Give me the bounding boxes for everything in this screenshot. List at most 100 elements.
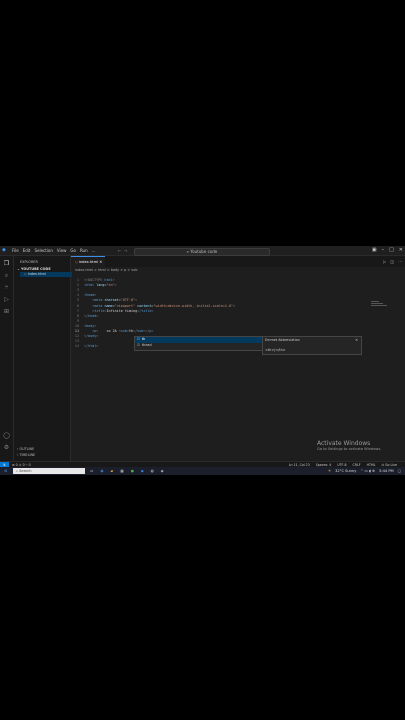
folder-label: YOUTUBE CODE: [21, 267, 51, 271]
notification-icon[interactable]: ▢: [398, 467, 401, 475]
code-token: <: [84, 308, 95, 313]
code-token: meta: [94, 298, 105, 303]
command-center-label: Youtube code: [190, 248, 218, 254]
code-token: charset: [104, 298, 119, 303]
close-icon[interactable]: ✕: [99, 260, 102, 264]
run-debug-icon[interactable]: ▷: [3, 296, 10, 303]
windows-start-icon[interactable]: ⊞: [2, 467, 10, 475]
code-line[interactable]: 14 </html>: [71, 344, 98, 349]
search-icon[interactable]: ⌕: [3, 272, 10, 279]
suggestion-details: Emmet Abbreviation ✕ <th>|</th>: [262, 336, 362, 355]
title-bar: ◆ File Edit Selection View Go Run... ← → ⌕ Yo…: [0, 246, 405, 256]
outline-label: OUTLINE: [19, 447, 35, 451]
detail-body: <th>|</th>: [265, 348, 286, 352]
close-icon[interactable]: ✕: [399, 247, 403, 253]
windows-taskbar: ⊞ ⌕ Search ▭ ◉ ▰ ▦ ● ◆ ◍ ◈ ☀ 32°C Sunny …: [0, 467, 405, 475]
vscode-taskbar-icon[interactable]: ◆: [141, 467, 144, 475]
code-token: meta: [94, 303, 105, 308]
outline-section[interactable]: › OUTLINE: [17, 447, 34, 451]
vscode-window: ◆ File Edit Selection View Go Run... ← → ⌕ Yo…: [0, 246, 405, 475]
menu-item[interactable]: Run: [80, 248, 88, 253]
system-tray: ☀ 32°C Sunny ⌃ ▭ ◖ ⊕ 5:44 PM ▢: [328, 467, 401, 475]
command-center[interactable]: ⌕ Youtube code: [134, 247, 270, 256]
folder-youtube-code[interactable]: ⌄ YOUTUBE CODE: [17, 267, 51, 271]
code-token: co 2A: [106, 329, 119, 333]
activate-title: Activate Windows: [317, 440, 371, 447]
menu-bar: File Edit Selection View Go Run...: [12, 248, 95, 253]
edge-icon[interactable]: ◉: [100, 467, 103, 475]
close-icon[interactable]: ✕: [355, 338, 358, 342]
explorer-icon[interactable]: ❐: [3, 260, 10, 267]
code-token: >: [151, 308, 154, 313]
tab-label: index.html: [78, 260, 99, 264]
code-token: <: [84, 329, 95, 333]
code-text: </body>: [84, 334, 98, 339]
code-token: >: [151, 329, 154, 333]
code-text: </html>: [84, 344, 98, 349]
breadcrumb[interactable]: index.html > html > body > p > sub: [75, 268, 137, 272]
file-index-html[interactable]: ◇ index.html: [20, 272, 72, 277]
taskbar-search-label: Search: [19, 469, 32, 473]
gear-icon[interactable]: ⚙: [3, 444, 10, 451]
code-token: >: [96, 344, 99, 349]
minimize-icon[interactable]: –: [382, 247, 385, 253]
minimap[interactable]: [371, 300, 391, 310]
code-token: >: [94, 293, 97, 298]
tab-index-html[interactable]: ◇ index.html ✕: [71, 256, 105, 267]
menu-item[interactable]: File: [12, 248, 19, 253]
app-icon[interactable]: ◍: [151, 467, 154, 475]
more-actions-icon[interactable]: ⋯: [398, 259, 402, 264]
file-explorer-icon[interactable]: ▰: [111, 467, 114, 475]
code-token: Infinite timing: [106, 308, 138, 313]
suggestion-widget: ⊡ th ⊡ thead: [134, 336, 264, 351]
suggestion-item[interactable]: ⊡ thead: [135, 343, 263, 349]
code-token: <: [84, 303, 95, 308]
tray-icons[interactable]: ⌃ ▭ ◖ ⊕: [360, 467, 375, 475]
timeline-label: TIMELINE: [19, 453, 36, 457]
source-control-icon[interactable]: ⑂: [3, 284, 10, 291]
timeline-section[interactable]: › TIMELINE: [17, 453, 35, 457]
split-editor-icon[interactable]: ◫: [390, 259, 394, 264]
app-icon[interactable]: ◈: [161, 467, 164, 475]
run-icon[interactable]: ▷: [383, 259, 386, 264]
code-token: html: [86, 283, 97, 288]
menu-item[interactable]: Edit: [23, 248, 31, 253]
code-token: "width=device-width, initial-scale=1.0": [153, 303, 234, 308]
menu-item[interactable]: Go: [70, 248, 76, 253]
line-number: 14: [74, 344, 79, 349]
editor-tabs: ◇ index.html ✕ ▷ ◫ ⋯: [71, 256, 405, 267]
file-label: index.html: [27, 272, 46, 276]
maximize-icon[interactable]: □: [389, 247, 394, 253]
menu-item[interactable]: ...: [92, 248, 96, 253]
menu-item[interactable]: Selection: [34, 248, 52, 253]
code-token: "UTF-8": [120, 298, 136, 303]
weather-icon: ☀: [327, 469, 332, 473]
code-token: >: [94, 323, 97, 328]
suggestion-label: thead: [141, 342, 152, 347]
menu-item[interactable]: View: [57, 248, 67, 253]
code-token: >: [96, 334, 99, 339]
explorer-title: EXPLORER: [20, 260, 38, 264]
code-token: body: [86, 323, 95, 328]
code-token: content: [137, 303, 152, 308]
layout-icon[interactable]: ▣: [372, 247, 377, 253]
chrome-icon[interactable]: ●: [131, 467, 134, 475]
nav-arrows-icon[interactable]: ← →: [118, 248, 127, 253]
code-token: >: [233, 303, 236, 308]
vscode-logo-icon: ◆: [2, 247, 6, 253]
clock[interactable]: 5:44 PM: [379, 467, 393, 475]
code-token: >: [114, 283, 117, 288]
code-token: "en": [106, 283, 115, 288]
code-editor[interactable]: 1 <!DOCTYPE html> 2 <html lang="en"> 3 4 <head…: [71, 274, 405, 460]
extensions-icon[interactable]: ⊞: [3, 308, 10, 315]
emmet-icon: ⊡: [137, 342, 140, 347]
weather-text[interactable]: 32°C Sunny: [335, 467, 356, 475]
account-icon[interactable]: ◯: [3, 432, 10, 439]
store-icon[interactable]: ▦: [120, 467, 123, 475]
taskbar-search[interactable]: ⌕ Search: [13, 468, 85, 474]
code-token: title: [141, 308, 152, 313]
code-token: name: [104, 303, 113, 308]
explorer-sidebar: EXPLORER ⌄ YOUTUBE CODE ◇ index.html › O…: [14, 256, 72, 461]
activity-bar: ❐ ⌕ ⑂ ▷ ⊞ ◯ ⚙: [0, 256, 14, 461]
task-view-icon[interactable]: ▭: [90, 467, 93, 475]
